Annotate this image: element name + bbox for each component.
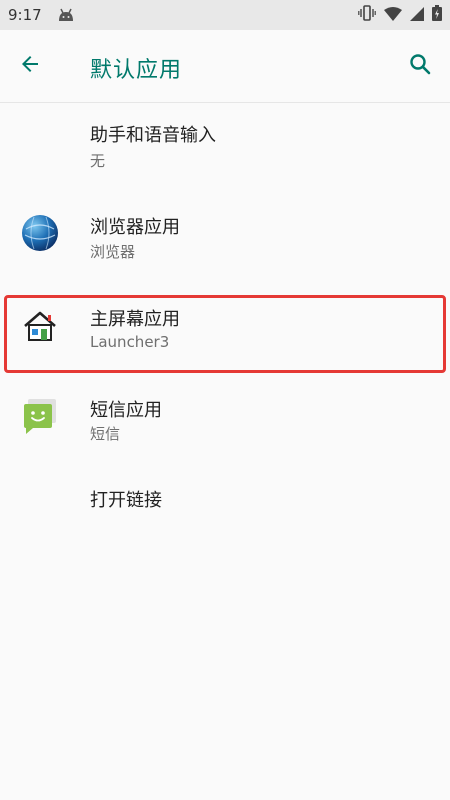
list-item-sms[interactable]: 短信应用 短信 bbox=[0, 376, 450, 464]
list-item-home[interactable]: 主屏幕应用 Launcher3 bbox=[0, 285, 450, 373]
signal-icon bbox=[410, 6, 424, 25]
arrow-left-icon bbox=[18, 52, 42, 80]
list-item-subtitle: 短信 bbox=[90, 425, 121, 443]
home-icon bbox=[20, 307, 60, 347]
wifi-icon bbox=[384, 6, 402, 25]
list-item-subtitle: Launcher3 bbox=[90, 333, 170, 351]
list-item-title: 主屏幕应用 bbox=[90, 309, 180, 330]
list-item-title: 助手和语音输入 bbox=[90, 125, 216, 146]
list-item-browser[interactable]: 浏览器应用 浏览器 bbox=[0, 191, 450, 279]
list-item-subtitle: 浏览器 bbox=[90, 243, 136, 261]
search-button[interactable] bbox=[404, 50, 436, 82]
list-item-title: 短信应用 bbox=[90, 400, 162, 421]
app-bar: 默认应用 bbox=[0, 30, 450, 103]
list-item-title: 打开链接 bbox=[90, 490, 162, 511]
back-button[interactable] bbox=[14, 50, 46, 82]
search-icon bbox=[408, 52, 432, 80]
vibrate-icon bbox=[358, 5, 376, 25]
android-debug-icon bbox=[56, 7, 76, 27]
list-item-open-links[interactable]: 打开链接 bbox=[0, 464, 450, 552]
status-bar: 9:17 bbox=[0, 0, 450, 30]
message-icon bbox=[20, 396, 60, 436]
globe-icon bbox=[20, 213, 60, 253]
status-time: 9:17 bbox=[8, 6, 42, 24]
battery-icon bbox=[432, 5, 442, 25]
page-title: 默认应用 bbox=[90, 58, 183, 83]
status-icons bbox=[358, 5, 442, 25]
list-item-assistant[interactable]: 助手和语音输入 无 bbox=[0, 103, 450, 191]
list-item-title: 浏览器应用 bbox=[90, 217, 180, 238]
list-item-subtitle: 无 bbox=[90, 152, 106, 170]
